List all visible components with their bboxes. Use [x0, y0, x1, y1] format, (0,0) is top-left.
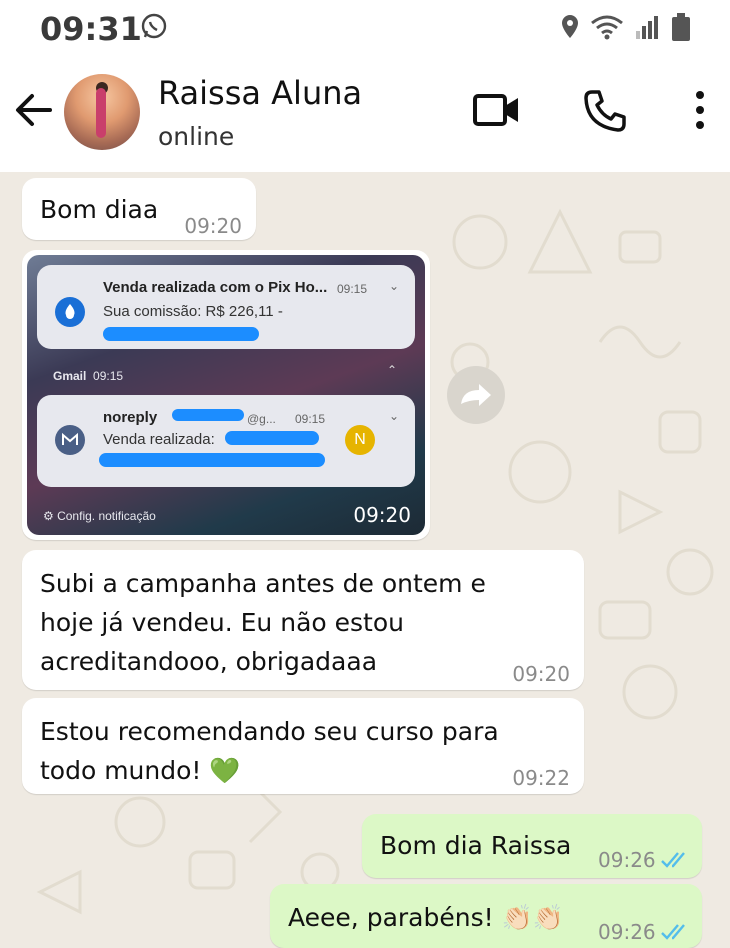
contact-name[interactable]: Raissa Aluna: [158, 74, 362, 112]
chat-area[interactable]: Bom diaa 09:20 Venda realizada com o Pix…: [0, 172, 730, 948]
status-time: 09:31: [40, 10, 142, 48]
notif-text: Sua comissão: R$ 226,11 -: [103, 303, 283, 320]
avatar[interactable]: [64, 74, 140, 150]
forward-button[interactable]: [447, 366, 505, 424]
battery-icon: [670, 12, 692, 46]
notif-sender-domain: @g...: [247, 412, 276, 426]
whatsapp-icon: [140, 12, 168, 44]
message-time: 09:20: [512, 662, 570, 686]
voice-call-icon[interactable]: [582, 88, 628, 138]
incoming-message[interactable]: Bom diaa 09:20: [22, 178, 256, 240]
notification-card: Venda realizada com o Pix Ho... 09:15 ⌄ …: [37, 265, 415, 349]
notif-time: 09:15: [337, 282, 368, 296]
chat-header: Raissa Aluna online: [0, 58, 730, 172]
location-icon: [560, 13, 580, 45]
message-time: 09:20: [184, 214, 242, 238]
chevron-down-icon: ⌄: [389, 279, 400, 293]
message-line: acreditandooo, obrigadaaa: [40, 647, 378, 676]
message-line: hoje já vendeu. Eu não estou: [40, 608, 404, 637]
chevron-up-icon: ⌃: [387, 363, 398, 377]
redaction-scribble: [103, 327, 259, 341]
gmail-app-icon: [55, 425, 85, 459]
wifi-icon: [590, 13, 624, 45]
pix-app-icon: [55, 297, 85, 331]
forward-icon: [461, 384, 491, 406]
more-options-icon[interactable]: [692, 88, 708, 136]
message-line: todo mundo! 💚: [40, 756, 241, 785]
message-time: 09:26: [598, 848, 656, 872]
notif-sender: noreply: [103, 409, 158, 426]
notif-text: Venda realizada:: [103, 431, 215, 448]
notification-screenshot[interactable]: Venda realizada com o Pix Ho... 09:15 ⌄ …: [27, 255, 425, 535]
incoming-message[interactable]: Subi a campanha antes de ontem e hoje já…: [22, 550, 584, 690]
redaction-scribble: [225, 431, 319, 445]
incoming-image-message[interactable]: Venda realizada com o Pix Ho... 09:15 ⌄ …: [22, 250, 430, 540]
read-receipt-icon: [661, 852, 685, 868]
message-time: 09:26: [598, 920, 656, 944]
message-line: Subi a campanha antes de ontem e: [40, 569, 486, 598]
read-receipt-icon: [661, 924, 685, 940]
message-text: Aeee, parabéns! 👏🏻👏🏻: [288, 903, 564, 932]
message-line: Estou recomendando seu curso para: [40, 717, 499, 746]
message-text: Bom dia Raissa: [380, 831, 572, 860]
notif-time: 09:15: [295, 412, 326, 426]
notif-group-label: Gmail 09:15: [53, 369, 124, 383]
signal-icon: [634, 13, 660, 45]
contact-status: online: [158, 122, 235, 151]
sender-avatar: N: [345, 425, 375, 455]
video-call-icon[interactable]: [472, 88, 522, 136]
outgoing-message[interactable]: Aeee, parabéns! 👏🏻👏🏻 09:26: [270, 884, 702, 948]
notif-title: Venda realizada com o Pix Ho...: [103, 279, 328, 296]
back-arrow-icon[interactable]: [14, 90, 54, 134]
message-text: Bom diaa: [40, 195, 159, 224]
notification-settings: ⚙ Config. notificação: [43, 509, 156, 523]
chevron-down-icon: ⌄: [389, 409, 400, 423]
redaction-scribble: [99, 453, 325, 467]
outgoing-message[interactable]: Bom dia Raissa 09:26: [362, 814, 702, 878]
incoming-message[interactable]: Estou recomendando seu curso para todo m…: [22, 698, 584, 794]
message-time: 09:22: [512, 766, 570, 790]
message-time: 09:20: [353, 503, 411, 527]
redaction-scribble: [172, 409, 244, 421]
status-bar: 09:31: [0, 0, 730, 58]
notification-card: noreply @g... 09:15 ⌄ Venda realizada: N: [37, 395, 415, 487]
